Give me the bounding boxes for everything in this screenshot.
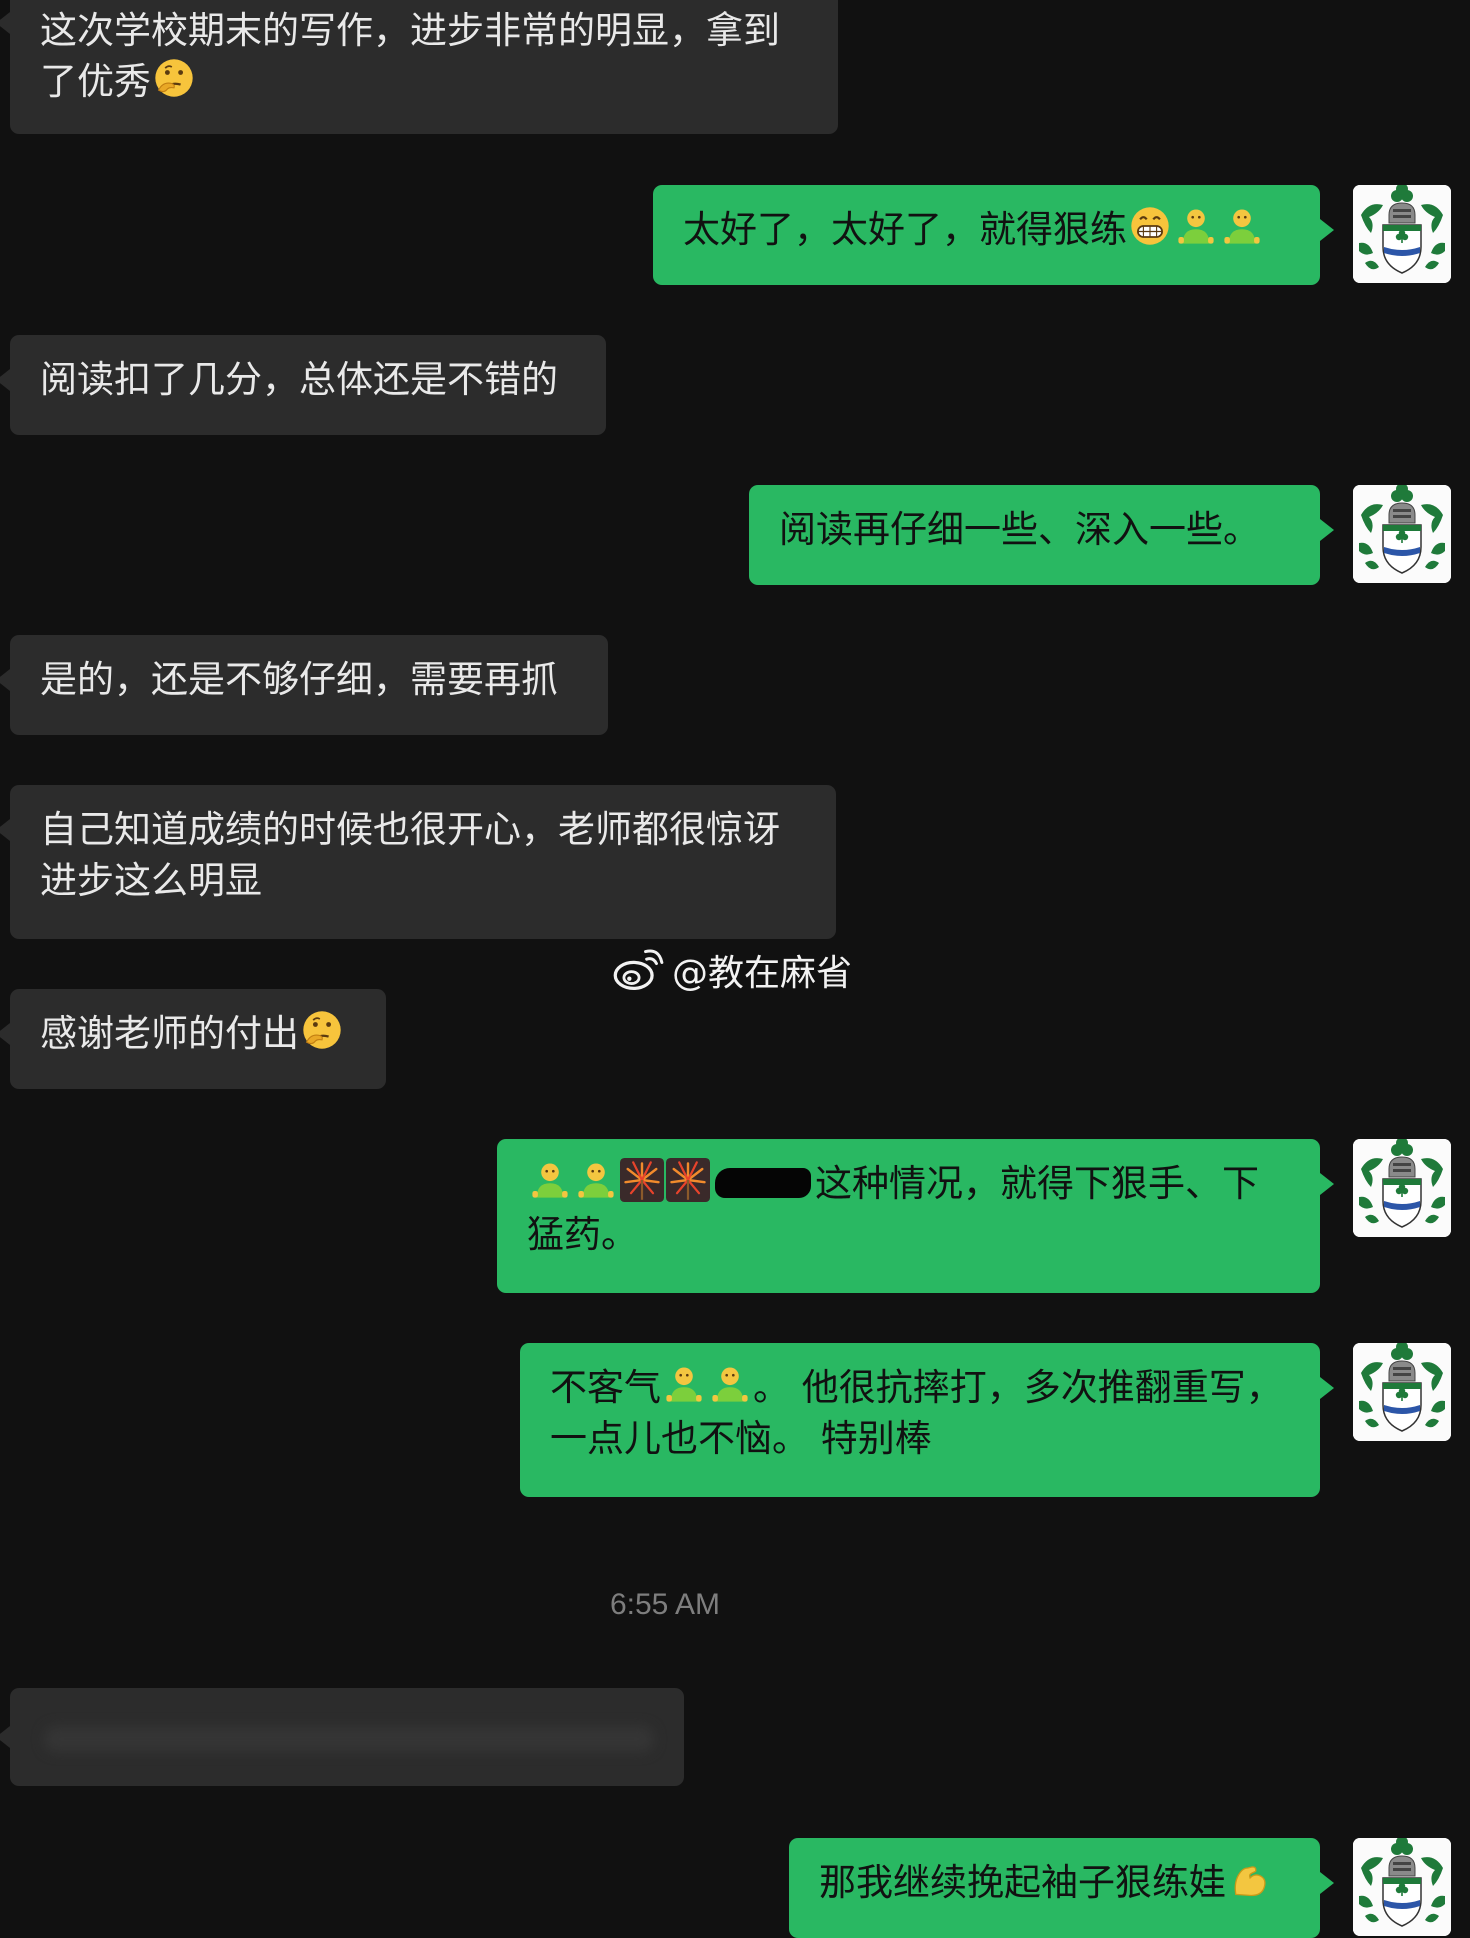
message-text: 阅读再仔细一些、深入一些。 bbox=[779, 508, 1260, 551]
thinking-face-icon bbox=[300, 1008, 344, 1052]
avatar[interactable] bbox=[1353, 1343, 1451, 1441]
person-silhouette-icon bbox=[708, 1362, 752, 1406]
person-silhouette-icon bbox=[662, 1362, 706, 1406]
message-line: 进步这么明显 bbox=[40, 859, 262, 902]
message-text: 是的，还是不够仔细，需要再抓 bbox=[40, 658, 558, 701]
avatar[interactable] bbox=[1353, 485, 1451, 583]
coat-of-arms-shamrock-icon bbox=[1353, 1343, 1451, 1441]
coat-of-arms-shamrock-icon bbox=[1353, 1139, 1451, 1237]
person-silhouette-icon bbox=[574, 1158, 618, 1202]
message-text: 不客气 bbox=[550, 1366, 661, 1409]
message-incoming-3[interactable]: 阅读扣了几分，总体还是不错的 bbox=[0, 335, 606, 435]
message-timestamp: 6:55 AM bbox=[609, 1588, 721, 1621]
message-line: 自己知道成绩的时候也很开心，老师都很惊讶 bbox=[40, 808, 780, 851]
message-outgoing-8[interactable]: 这种情况，就得下狠手、下猛药。 bbox=[497, 1139, 1334, 1293]
message-outgoing-9[interactable]: 不客气。 他很抗摔打，多次推翻重写，一点儿也不恼。 特别棒 bbox=[520, 1343, 1334, 1497]
avatar[interactable] bbox=[1353, 185, 1451, 283]
watermark: @教在麻省 bbox=[612, 944, 852, 996]
blurred-text bbox=[44, 1726, 654, 1752]
message-incoming-7[interactable]: 感谢老师的付出 bbox=[0, 989, 386, 1089]
coat-of-arms-shamrock-icon bbox=[1353, 1838, 1451, 1936]
fireworks-icon bbox=[620, 1158, 664, 1202]
message-text: 太好了，太好了，就得狠练 bbox=[683, 208, 1127, 251]
person-silhouette-icon bbox=[1174, 204, 1218, 248]
thinking-face-icon bbox=[152, 56, 196, 100]
watermark-text: @教在麻省 bbox=[672, 953, 853, 994]
message-text: 了优秀 bbox=[40, 60, 151, 103]
coat-of-arms-shamrock-icon bbox=[1353, 485, 1451, 583]
message-outgoing-10[interactable]: 那我继续挽起袖子狠练娃 bbox=[789, 1838, 1334, 1938]
flexed-biceps-icon bbox=[1227, 1857, 1271, 1901]
fireworks-icon bbox=[666, 1158, 710, 1202]
message-line: 这次学校期末的写作，进步非常的明显，拿到 bbox=[40, 9, 780, 52]
message-text: 阅读扣了几分，总体还是不错的 bbox=[40, 358, 558, 401]
message-incoming-blurred[interactable] bbox=[0, 1688, 684, 1786]
weibo-logo-icon bbox=[612, 948, 664, 992]
message-outgoing-2[interactable]: 太好了，太好了，就得狠练 bbox=[653, 185, 1334, 285]
message-text: 那我继续挽起袖子狠练娃 bbox=[819, 1861, 1226, 1904]
person-silhouette-icon bbox=[528, 1158, 572, 1202]
message-incoming-1[interactable]: 这次学校期末的写作，进步非常的明显，拿到 了优秀 bbox=[0, 0, 838, 134]
person-silhouette-icon bbox=[1220, 204, 1264, 248]
message-incoming-5[interactable]: 是的，还是不够仔细，需要再抓 bbox=[0, 635, 608, 735]
avatar[interactable] bbox=[1353, 1139, 1451, 1237]
message-incoming-6[interactable]: 自己知道成绩的时候也很开心，老师都很惊讶 进步这么明显 bbox=[0, 785, 836, 939]
message-outgoing-4[interactable]: 阅读再仔细一些、深入一些。 bbox=[749, 485, 1334, 585]
redacted-mark bbox=[715, 1168, 811, 1198]
grinning-face-icon bbox=[1128, 204, 1172, 248]
avatar[interactable] bbox=[1353, 1838, 1451, 1936]
message-text: 感谢老师的付出 bbox=[40, 1012, 299, 1055]
coat-of-arms-shamrock-icon bbox=[1353, 185, 1451, 283]
message-line: 了优秀 bbox=[40, 56, 808, 107]
